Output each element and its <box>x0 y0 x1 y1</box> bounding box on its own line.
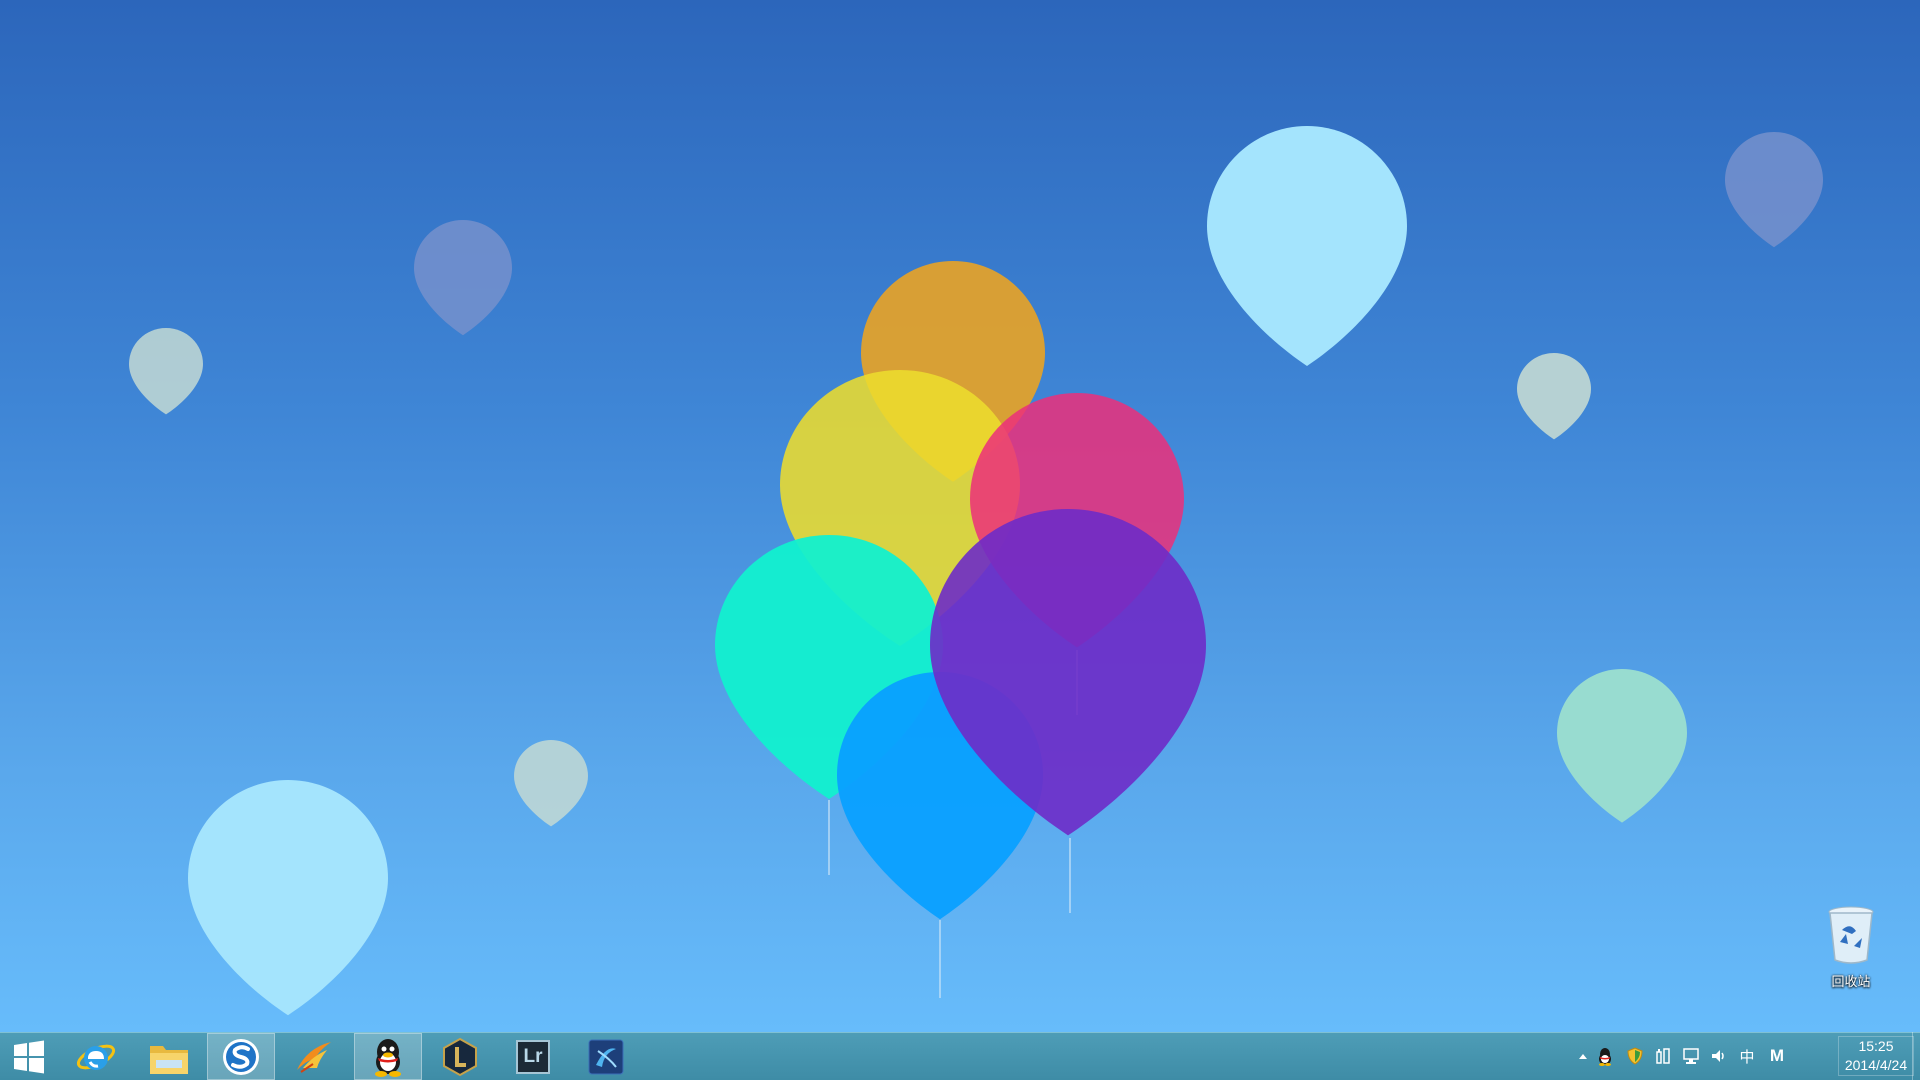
show-desktop-button[interactable] <box>1912 1032 1920 1080</box>
volume-icon[interactable] <box>1708 1045 1730 1067</box>
lr-icon-label: Lr <box>523 1045 543 1067</box>
ime-indicator[interactable]: 中 <box>1736 1045 1758 1067</box>
taskbar-item-qq[interactable] <box>354 1033 422 1080</box>
taskbar-item-swift-app[interactable] <box>280 1033 348 1080</box>
swift-bird-icon <box>297 1041 331 1073</box>
security-shield-icon[interactable] <box>1624 1045 1646 1067</box>
clock-date: 2014/4/24 <box>1844 1057 1908 1073</box>
folder-icon <box>150 1045 188 1074</box>
ime-label: 中 <box>1739 1048 1755 1066</box>
desktop[interactable]: 回收站 <box>0 0 1920 1032</box>
battery-icon[interactable] <box>1652 1045 1674 1067</box>
lr-icon: Lr <box>516 1039 550 1074</box>
start-button[interactable] <box>0 1033 58 1080</box>
windows-logo-icon <box>14 1040 44 1073</box>
taskbar: Lr 中 M <box>0 1032 1920 1080</box>
blue-swirl-icon <box>588 1039 624 1074</box>
network-icon[interactable] <box>1680 1045 1702 1067</box>
trash-bin-icon <box>1828 906 1874 964</box>
taskbar-clock[interactable]: 15:25 2014/4/24 <box>1838 1036 1914 1076</box>
recycle-bin-label: 回收站 <box>1831 975 1871 990</box>
balloon-wallpaper <box>129 126 1823 1016</box>
clock-time: 15:25 <box>1858 1038 1894 1054</box>
ie-icon <box>76 1044 116 1070</box>
m-indicator[interactable]: M <box>1766 1045 1788 1067</box>
show-hidden-icons-chevron-up-icon[interactable] <box>1572 1045 1594 1067</box>
taskbar-item-lightroom[interactable]: Lr <box>499 1033 567 1080</box>
lol-icon <box>443 1037 477 1076</box>
m-label: M <box>1769 1046 1785 1065</box>
sogou-icon <box>223 1038 259 1075</box>
taskbar-item-file-explorer[interactable] <box>135 1033 203 1080</box>
taskbar-item-league-of-legends[interactable] <box>426 1033 494 1080</box>
qq-penguin-icon <box>375 1038 401 1077</box>
recycle-bin-icon[interactable]: 回收站 <box>1818 904 1884 994</box>
taskbar-item-sogou-browser[interactable] <box>207 1033 275 1080</box>
balloon-cluster <box>715 261 1206 920</box>
taskbar-item-app-blue-logo[interactable] <box>572 1033 640 1080</box>
qq-tray-icon[interactable] <box>1594 1045 1616 1067</box>
taskbar-item-internet-explorer[interactable] <box>62 1033 130 1080</box>
